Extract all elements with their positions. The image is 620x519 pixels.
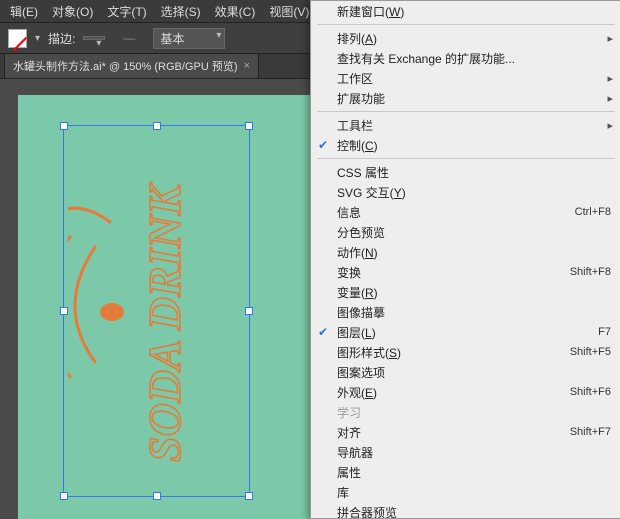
menu-item[interactable]: 扩展功能 — [311, 88, 620, 108]
menu-item-label: 图层(L) — [337, 324, 376, 341]
menu-item-label: 动作(N) — [337, 244, 378, 261]
handle-br[interactable] — [245, 492, 253, 500]
menu-separator — [317, 24, 615, 25]
menu-item-label: SVG 交互(Y) — [337, 184, 406, 201]
handle-bl[interactable] — [60, 492, 68, 500]
menu-item[interactable]: 属性 — [311, 462, 620, 482]
menu-shortcut: Shift+F6 — [570, 386, 611, 398]
menu-item[interactable]: 拼合器预览 — [311, 502, 620, 519]
brush-def-select[interactable]: 基本 — [153, 28, 225, 49]
menu-item[interactable]: 工作区 — [311, 68, 620, 88]
menu-select[interactable]: 选择(S) — [155, 1, 207, 22]
menu-item-label: 对齐 — [337, 424, 361, 441]
handle-ml[interactable] — [60, 307, 68, 315]
menu-item-label: 信息 — [337, 204, 361, 221]
menu-type[interactable]: 文字(T) — [101, 1, 152, 22]
menu-item-label: 扩展功能 — [337, 90, 385, 107]
menu-item[interactable]: SVG 交互(Y) — [311, 182, 620, 202]
handle-tm[interactable] — [153, 122, 161, 130]
fill-dropdown-icon[interactable]: ▾ — [35, 33, 40, 44]
handle-tl[interactable] — [60, 122, 68, 130]
menu-item[interactable]: 导航器 — [311, 442, 620, 462]
menu-item[interactable]: ✔ 图层(L) F7 — [311, 322, 620, 342]
menu-item[interactable]: 变量(R) — [311, 282, 620, 302]
menu-item-label: 外观(E) — [337, 384, 377, 401]
menu-item[interactable]: 新建窗口(W) — [311, 1, 620, 21]
menu-item-label: 导航器 — [337, 444, 373, 461]
menu-separator — [317, 111, 615, 112]
menu-item[interactable]: CSS 属性 — [311, 162, 620, 182]
menu-item-label: 图形样式(S) — [337, 344, 401, 361]
menu-item-label: 工具栏 — [337, 117, 373, 134]
menu-item-label: 查找有关 Exchange 的扩展功能... — [337, 50, 515, 67]
menu-view[interactable]: 视图(V) — [263, 1, 315, 22]
menu-shortcut: F7 — [598, 326, 611, 338]
document-tab[interactable]: 水罐头制作方法.ai* @ 150% (RGB/GPU 预览) × — [4, 53, 259, 78]
menu-item[interactable]: 工具栏 — [311, 115, 620, 135]
menu-item-label: 库 — [337, 484, 349, 501]
document-tab-title: 水罐头制作方法.ai* @ 150% (RGB/GPU 预览) — [13, 58, 237, 74]
menu-item-label: 图像描摹 — [337, 304, 385, 321]
menu-edit[interactable]: 辑(E) — [4, 1, 44, 22]
menu-shortcut: Shift+F8 — [570, 266, 611, 278]
menu-item[interactable]: 动作(N) — [311, 242, 620, 262]
menu-item[interactable]: 图像描摹 — [311, 302, 620, 322]
check-icon: ✔ — [318, 325, 328, 339]
menu-item-label: 变量(R) — [337, 284, 378, 301]
menu-item[interactable]: 对齐 Shift+F7 — [311, 422, 620, 442]
menu-item[interactable]: 图案选项 — [311, 362, 620, 382]
no-fill-icon[interactable] — [8, 29, 27, 48]
window-menu-dropdown[interactable]: 新建窗口(W) 排列(A) 查找有关 Exchange 的扩展功能... 工作区扩展功… — [310, 0, 620, 519]
menu-shortcut: Shift+F5 — [570, 346, 611, 358]
menu-item-label: 属性 — [337, 464, 361, 481]
menu-item-label: CSS 属性 — [337, 164, 389, 181]
menu-item[interactable]: 库 — [311, 482, 620, 502]
handle-bm[interactable] — [153, 492, 161, 500]
menu-item[interactable]: 查找有关 Exchange 的扩展功能... — [311, 48, 620, 68]
handle-tr[interactable] — [245, 122, 253, 130]
ruler-vertical[interactable] — [0, 79, 19, 519]
menu-item-label: 分色预览 — [337, 224, 385, 241]
menu-item-label: 控制(C) — [337, 137, 378, 154]
menu-item[interactable]: 外观(E) Shift+F6 — [311, 382, 620, 402]
stroke-weight-select[interactable] — [83, 36, 105, 40]
menu-item-label: 变换 — [337, 264, 361, 281]
menu-effect[interactable]: 效果(C) — [209, 1, 262, 22]
selection-bounds[interactable] — [63, 125, 250, 497]
handle-mr[interactable] — [245, 307, 253, 315]
menu-shortcut: Ctrl+F8 — [575, 206, 611, 218]
close-icon[interactable]: × — [243, 60, 249, 72]
menu-item: 学习 — [311, 402, 620, 422]
menu-item-label: 学习 — [337, 404, 361, 421]
menu-shortcut: Shift+F7 — [570, 426, 611, 438]
menu-item[interactable]: 排列(A) — [311, 28, 620, 48]
menu-separator — [317, 158, 615, 159]
stroke-label: 描边: — [48, 30, 75, 47]
menu-item[interactable]: 信息 Ctrl+F8 — [311, 202, 620, 222]
menu-item-label: 工作区 — [337, 70, 373, 87]
menu-item[interactable]: 分色预览 — [311, 222, 620, 242]
menu-item[interactable]: 图形样式(S) Shift+F5 — [311, 342, 620, 362]
menu-item[interactable]: 变换 Shift+F8 — [311, 262, 620, 282]
menu-item-label: 图案选项 — [337, 364, 385, 381]
divider: — — [123, 31, 135, 45]
check-icon: ✔ — [318, 138, 328, 152]
menu-object[interactable]: 对象(O) — [46, 1, 99, 22]
menu-item[interactable]: ✔ 控制(C) — [311, 135, 620, 155]
menu-item-label: 新建窗口(W) — [337, 3, 404, 20]
menu-item-label: 排列(A) — [337, 30, 377, 47]
